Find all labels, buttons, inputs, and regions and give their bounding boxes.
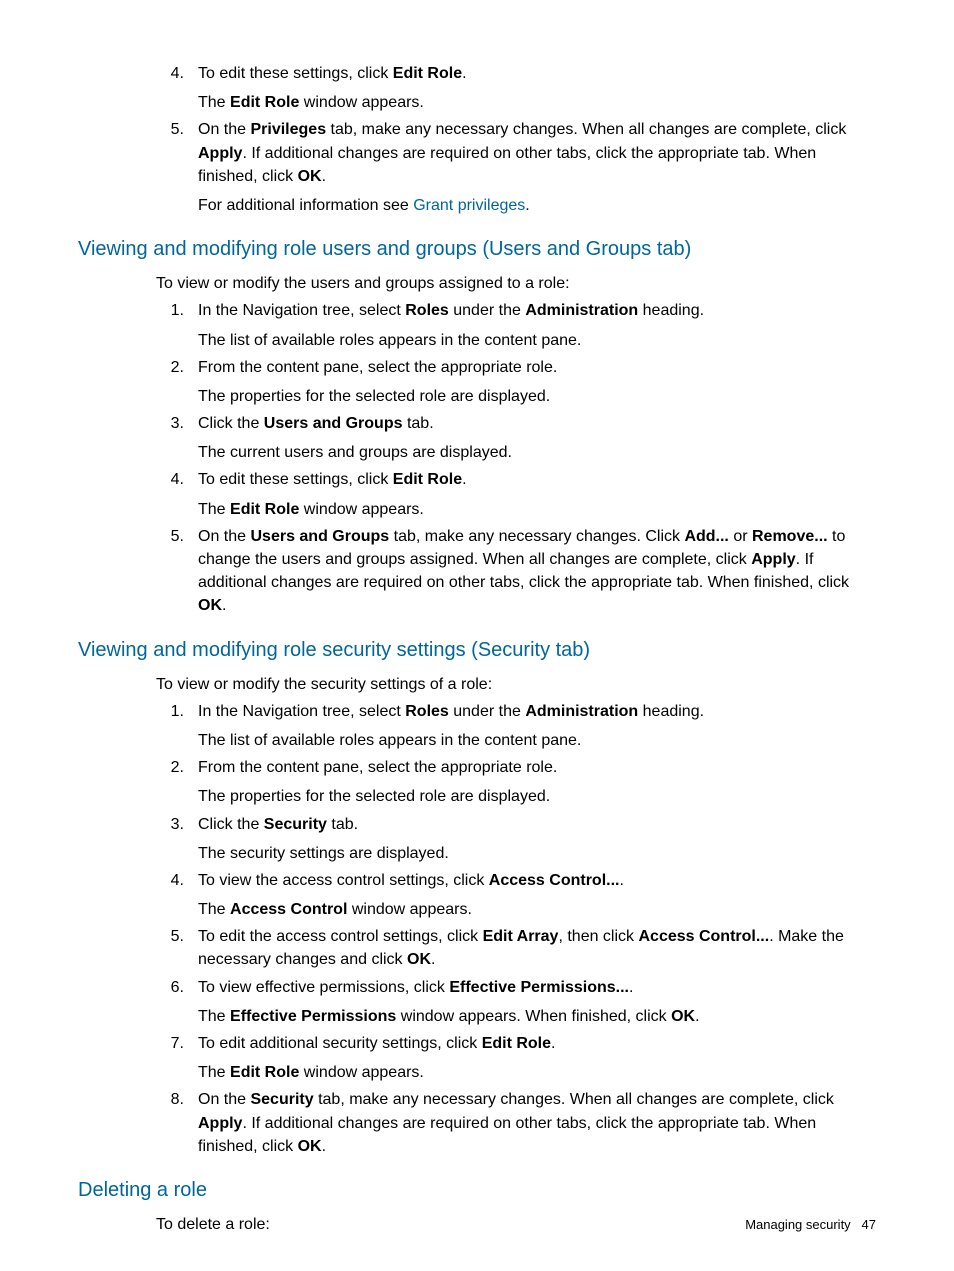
- item-main: To edit additional security settings, cl…: [198, 1032, 876, 1055]
- document-page: 4. To edit these settings, click Edit Ro…: [0, 0, 954, 1271]
- item-sub: The Edit Role window appears.: [198, 1061, 876, 1084]
- item-main: On the Users and Groups tab, make any ne…: [198, 525, 876, 618]
- item-sub: For additional information see Grant pri…: [198, 194, 876, 217]
- item-main: To view the access control settings, cli…: [198, 869, 876, 892]
- list-item: 8.On the Security tab, make any necessar…: [156, 1088, 876, 1158]
- item-sub: The list of available roles appears in t…: [198, 329, 876, 352]
- item-sub: The Effective Permissions window appears…: [198, 1005, 876, 1028]
- item-number: 5.: [156, 118, 198, 141]
- item-text: In the Navigation tree, select Roles und…: [198, 700, 876, 752]
- item-sub: The list of available roles appears in t…: [198, 729, 876, 752]
- item-main: Click the Security tab.: [198, 813, 876, 836]
- item-sub: The Access Control window appears.: [198, 898, 876, 921]
- footer-section: Managing security: [745, 1217, 851, 1232]
- item-number: 1.: [156, 700, 198, 723]
- list-item: 3.Click the Users and Groups tab. The cur…: [156, 412, 876, 464]
- item-main: Click the Users and Groups tab.: [198, 412, 876, 435]
- item-text: To view effective permissions, click Eff…: [198, 976, 876, 1028]
- item-sub: The properties for the selected role are…: [198, 785, 876, 808]
- item-main: To edit the access control settings, cli…: [198, 925, 876, 971]
- section1-list: 1.In the Navigation tree, select Roles u…: [156, 299, 876, 617]
- heading-deleting-role: Deleting a role: [78, 1176, 876, 1205]
- item-text: On the Users and Groups tab, make any ne…: [198, 525, 876, 618]
- list-item: 5.On the Users and Groups tab, make any …: [156, 525, 876, 618]
- top-list: 4. To edit these settings, click Edit Ro…: [156, 62, 876, 217]
- list-item: 4.To edit these settings, click Edit Rol…: [156, 468, 876, 520]
- list-item: 1.In the Navigation tree, select Roles u…: [156, 299, 876, 351]
- item-text: To edit the access control settings, cli…: [198, 925, 876, 971]
- item-main: To edit these settings, click Edit Role.: [198, 62, 876, 85]
- item-main: On the Security tab, make any necessary …: [198, 1088, 876, 1158]
- list-item: 4.To view the access control settings, c…: [156, 869, 876, 921]
- list-item: 6.To view effective permissions, click E…: [156, 976, 876, 1028]
- item-main: From the content pane, select the approp…: [198, 356, 876, 379]
- list-item: 2.From the content pane, select the appr…: [156, 756, 876, 808]
- item-sub: The Edit Role window appears.: [198, 498, 876, 521]
- item-number: 3.: [156, 813, 198, 836]
- item-number: 3.: [156, 412, 198, 435]
- intro-paragraph: To view or modify the security settings …: [156, 673, 876, 696]
- item-main: To view effective permissions, click Eff…: [198, 976, 876, 999]
- list-item: 2.From the content pane, select the appr…: [156, 356, 876, 408]
- list-item: 5. On the Privileges tab, make any neces…: [156, 118, 876, 217]
- heading-security-tab: Viewing and modifying role security sett…: [78, 636, 876, 665]
- item-number: 4.: [156, 869, 198, 892]
- item-text: On the Privileges tab, make any necessar…: [198, 118, 876, 217]
- section2-list: 1.In the Navigation tree, select Roles u…: [156, 700, 876, 1158]
- item-main: To edit these settings, click Edit Role.: [198, 468, 876, 491]
- item-number: 8.: [156, 1088, 198, 1111]
- page-footer: Managing security 47: [745, 1216, 876, 1235]
- heading-users-groups: Viewing and modifying role users and gro…: [78, 235, 876, 264]
- item-number: 2.: [156, 356, 198, 379]
- list-item: 3.Click the Security tab. The security se…: [156, 813, 876, 865]
- item-text: To edit additional security settings, cl…: [198, 1032, 876, 1084]
- item-sub: The Edit Role window appears.: [198, 91, 876, 114]
- item-text: From the content pane, select the approp…: [198, 356, 876, 408]
- item-text: To edit these settings, click Edit Role.…: [198, 62, 876, 114]
- list-item: 1.In the Navigation tree, select Roles u…: [156, 700, 876, 752]
- item-number: 7.: [156, 1032, 198, 1055]
- item-text: Click the Security tab. The security sett…: [198, 813, 876, 865]
- item-text: To view the access control settings, cli…: [198, 869, 876, 921]
- list-item: 4. To edit these settings, click Edit Ro…: [156, 62, 876, 114]
- item-main: In the Navigation tree, select Roles und…: [198, 700, 876, 723]
- item-main: From the content pane, select the approp…: [198, 756, 876, 779]
- item-text: From the content pane, select the approp…: [198, 756, 876, 808]
- item-number: 5.: [156, 925, 198, 948]
- item-main: In the Navigation tree, select Roles und…: [198, 299, 876, 322]
- item-number: 6.: [156, 976, 198, 999]
- item-sub: The properties for the selected role are…: [198, 385, 876, 408]
- item-number: 5.: [156, 525, 198, 548]
- footer-page-number: 47: [862, 1217, 876, 1232]
- list-item: 5.To edit the access control settings, c…: [156, 925, 876, 971]
- item-main: On the Privileges tab, make any necessar…: [198, 118, 876, 188]
- item-text: Click the Users and Groups tab. The curre…: [198, 412, 876, 464]
- intro-paragraph: To view or modify the users and groups a…: [156, 272, 876, 295]
- item-number: 4.: [156, 468, 198, 491]
- item-text: On the Security tab, make any necessary …: [198, 1088, 876, 1158]
- item-sub: The security settings are displayed.: [198, 842, 876, 865]
- list-item: 7.To edit additional security settings, …: [156, 1032, 876, 1084]
- item-number: 2.: [156, 756, 198, 779]
- item-number: 1.: [156, 299, 198, 322]
- item-sub: The current users and groups are display…: [198, 441, 876, 464]
- item-text: To edit these settings, click Edit Role.…: [198, 468, 876, 520]
- item-text: In the Navigation tree, select Roles und…: [198, 299, 876, 351]
- item-number: 4.: [156, 62, 198, 85]
